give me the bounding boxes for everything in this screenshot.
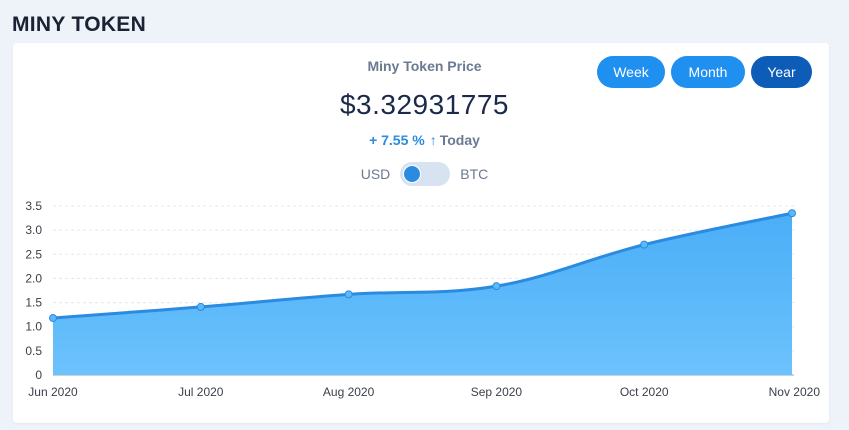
x-tick-label: Sep 2020 — [471, 385, 523, 399]
y-tick-label: 2.5 — [25, 247, 42, 261]
x-tick-label: Jun 2020 — [28, 385, 78, 399]
y-tick-label: 1.0 — [25, 320, 42, 334]
y-tick-label: 1.5 — [25, 296, 42, 310]
x-tick-label: Nov 2020 — [769, 385, 821, 399]
x-tick-label: Aug 2020 — [323, 385, 375, 399]
data-point — [49, 314, 57, 323]
y-tick-label: 2.0 — [25, 271, 42, 285]
data-point — [344, 290, 353, 299]
x-tick-label: Oct 2020 — [620, 385, 669, 399]
data-point — [640, 240, 649, 249]
data-point — [492, 282, 501, 291]
data-point — [196, 302, 205, 311]
y-tick-label: 3.0 — [25, 223, 42, 237]
y-tick-label: 0 — [35, 368, 42, 382]
y-tick-label: 3.5 — [25, 199, 42, 213]
x-tick-label: Jul 2020 — [178, 385, 224, 399]
y-tick-label: 0.5 — [25, 344, 42, 358]
price-chart: 0 0.5 1.0 1.5 2.0 2.5 3.0 3.5 Jun 2020 Jul 2020 Au… — [25, 199, 821, 399]
data-point — [788, 209, 796, 218]
